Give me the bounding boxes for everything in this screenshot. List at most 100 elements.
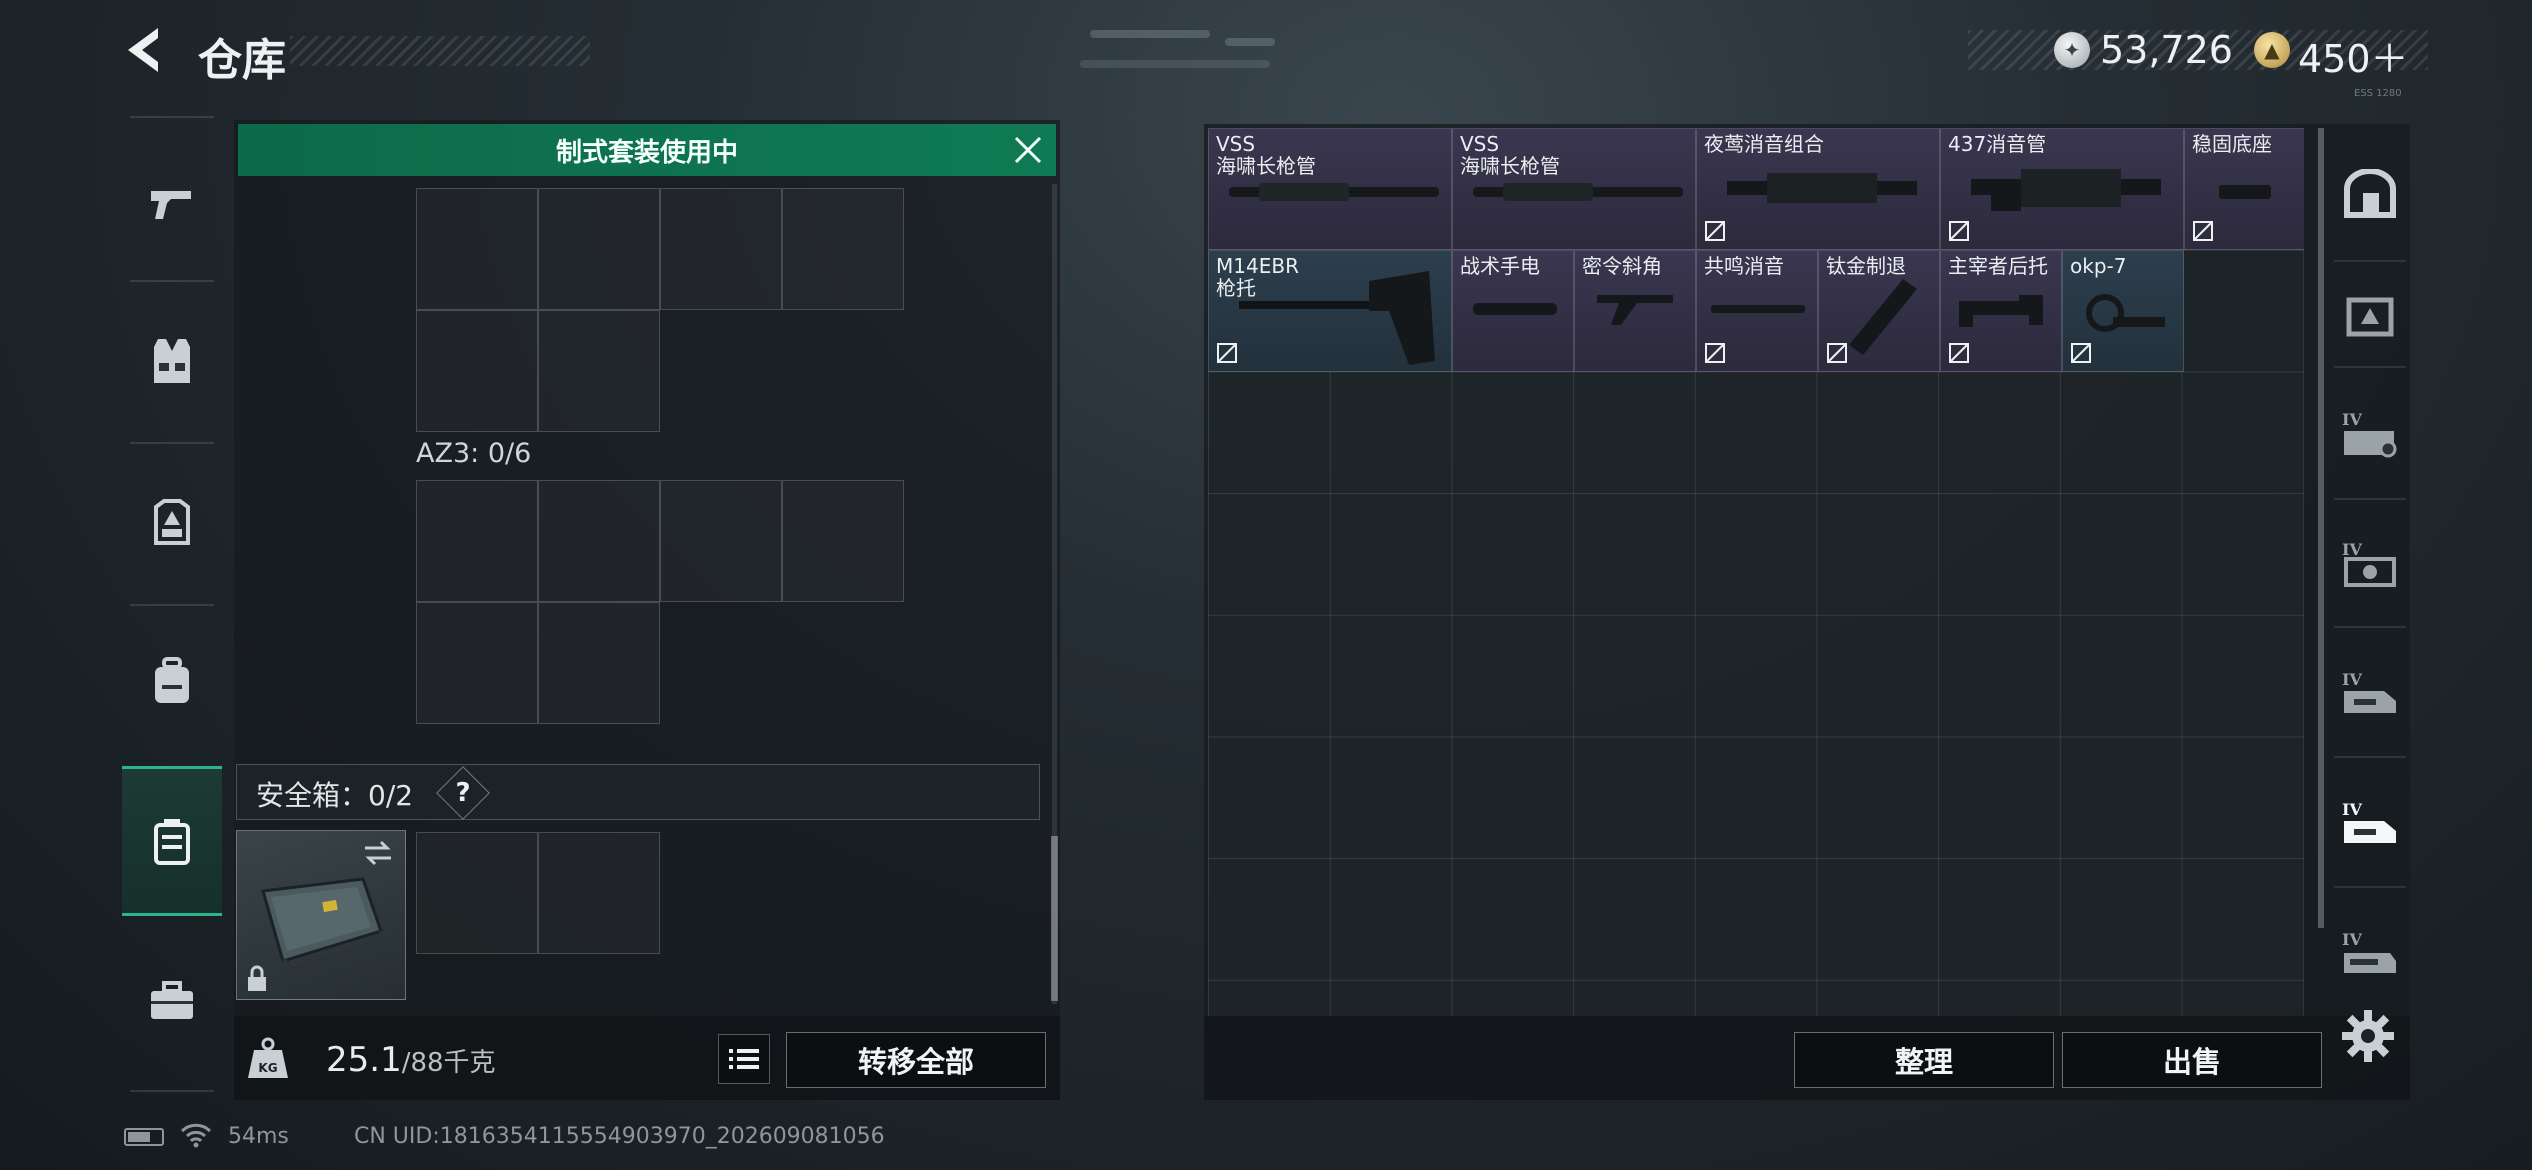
nav-storage-home[interactable] [2320, 130, 2420, 258]
az3-slot[interactable] [660, 480, 782, 602]
stash-item[interactable]: 稳固底座 [2184, 128, 2304, 250]
loadout-status-banner: 制式套装使用中 [238, 124, 1056, 176]
resonance-suppressor-image [1711, 305, 1805, 313]
nav-divider [2334, 886, 2406, 888]
nav-weapon[interactable] [122, 128, 222, 278]
transfer-all-button[interactable]: 转移全部 [786, 1032, 1046, 1088]
nav-vest[interactable] [122, 286, 222, 436]
nav-storage-1[interactable] [2320, 280, 2420, 352]
nav-divider [130, 442, 214, 444]
nav-divider [2334, 366, 2406, 368]
safebox-slot[interactable] [416, 832, 538, 954]
back-button[interactable] [118, 22, 174, 78]
mount-base-image [2219, 185, 2271, 199]
stash-item[interactable]: M14EBR 枪托 [1208, 250, 1452, 372]
swap-icon[interactable] [361, 839, 395, 867]
rifle-stock-image [1239, 271, 1435, 365]
stash-item[interactable]: 夜莺消音组合 [1696, 128, 1940, 250]
stash-item[interactable]: 钛金制退 [1818, 250, 1940, 372]
loadout-scrollbar-thumb[interactable] [1051, 836, 1058, 1001]
battery-level [128, 1132, 150, 1142]
tier-iv-truck-selected-icon: IV [2342, 800, 2396, 843]
lock-icon [248, 965, 266, 991]
stash-item[interactable]: VSS 海啸长枪管 [1452, 128, 1696, 250]
secure-case-item[interactable] [236, 830, 406, 1000]
container-slot[interactable] [538, 310, 660, 432]
item-name: 共鸣消音 [1704, 254, 1784, 278]
nav-storage-3[interactable]: IV [2320, 500, 2420, 628]
backpack-icon [155, 657, 189, 703]
stash-item[interactable]: 共鸣消音 [1696, 250, 1818, 372]
no-swap-icon [1949, 221, 1969, 241]
container-slot[interactable] [782, 188, 904, 310]
rear-stock-image [1959, 295, 2043, 327]
item-name: 密令斜角 [1582, 254, 1662, 278]
container-slot[interactable] [538, 188, 660, 310]
nav-chest-rig[interactable] [122, 446, 222, 596]
backpack-rig-icon [154, 499, 190, 545]
nav-backpack[interactable] [122, 606, 222, 756]
list-view-button[interactable] [718, 1034, 770, 1084]
close-icon[interactable] [1008, 130, 1048, 170]
no-swap-icon [2193, 221, 2213, 241]
background-light-streak [1080, 60, 1270, 68]
tier-iv-label: IV [2342, 930, 2362, 949]
stash-item[interactable]: 主宰者后托 [1940, 250, 2062, 372]
wifi-icon [180, 1123, 212, 1148]
nav-storage-5[interactable]: IV [2320, 760, 2420, 888]
stash-item[interactable]: 密令斜角 [1574, 250, 1696, 372]
tier-iv-vehicle-icon: IV [2342, 930, 2396, 973]
sell-button[interactable]: 出售 [2062, 1032, 2322, 1088]
secure-case-icon [154, 819, 190, 865]
sort-button[interactable]: 整理 [1794, 1032, 2054, 1088]
nav-divider [130, 1090, 214, 1092]
nav-divider [130, 116, 214, 118]
gold-currency-value[interactable]: 450＋ [2298, 28, 2409, 83]
weight-current: 25.1 [326, 1040, 402, 1080]
item-name: okp-7 [2070, 254, 2127, 278]
weight-max: /88千克 [401, 1048, 496, 1078]
container-slot[interactable] [660, 188, 782, 310]
tier-iv-storage-icon [2346, 297, 2394, 337]
nav-storage-2[interactable]: IV [2320, 370, 2420, 498]
settings-gear-icon[interactable] [2340, 1008, 2396, 1064]
item-name: 钛金制退 [1826, 254, 1906, 278]
stash-item[interactable]: okp-7 [2062, 250, 2184, 372]
az3-slot[interactable] [538, 602, 660, 724]
item-name: 夜莺消音组合 [1704, 132, 1824, 156]
az3-slot[interactable] [782, 480, 904, 602]
az3-capacity-label: AZ3: 0/6 [416, 438, 532, 469]
nav-secure-case[interactable] [122, 766, 222, 916]
az3-slot[interactable] [416, 480, 538, 602]
stash-item[interactable]: 437消音管 [1940, 128, 2184, 250]
tier-iv-label: IV [2342, 800, 2362, 819]
page-title: 仓库 [198, 35, 286, 86]
item-name: VSS 海啸长枪管 [1460, 132, 1560, 178]
stash-grid[interactable]: VSS 海啸长枪管 VSS 海啸长枪管 夜莺消音组合 437消音管 稳固底座 M… [1208, 128, 2304, 1016]
left-category-nav [122, 116, 222, 1092]
tier-iv-label: IV [2342, 410, 2362, 429]
list-icon [729, 1049, 759, 1069]
nav-storage-4[interactable]: IV [2320, 630, 2420, 758]
nav-storage-6[interactable]: IV [2320, 890, 2420, 1018]
az3-slot[interactable] [416, 602, 538, 724]
az3-slot[interactable] [538, 480, 660, 602]
right-storage-nav: IV IV IV IV IV [2320, 120, 2420, 1000]
safebox-capacity-label: 安全箱：0/2 [256, 779, 414, 812]
tier-iv-gear-icon: IV [2342, 410, 2397, 458]
toolbox-icon [151, 981, 193, 1019]
angled-grip-image [1597, 295, 1673, 325]
stash-item[interactable]: 战术手电 [1452, 250, 1574, 372]
flashlight-image [1473, 303, 1557, 315]
container-slot[interactable] [416, 310, 538, 432]
no-swap-icon [1705, 343, 1725, 363]
stash-item[interactable]: VSS 海啸长枪管 [1208, 128, 1452, 250]
container-slot[interactable] [416, 188, 538, 310]
safebox-slot[interactable] [538, 832, 660, 954]
nav-divider [2334, 260, 2406, 262]
nav-toolbox[interactable] [122, 926, 222, 1076]
silver-currency-value: 53,726 [2100, 28, 2233, 72]
nav-divider [2334, 756, 2406, 758]
no-swap-icon [1217, 343, 1237, 363]
item-name: VSS 海啸长枪管 [1216, 132, 1316, 178]
